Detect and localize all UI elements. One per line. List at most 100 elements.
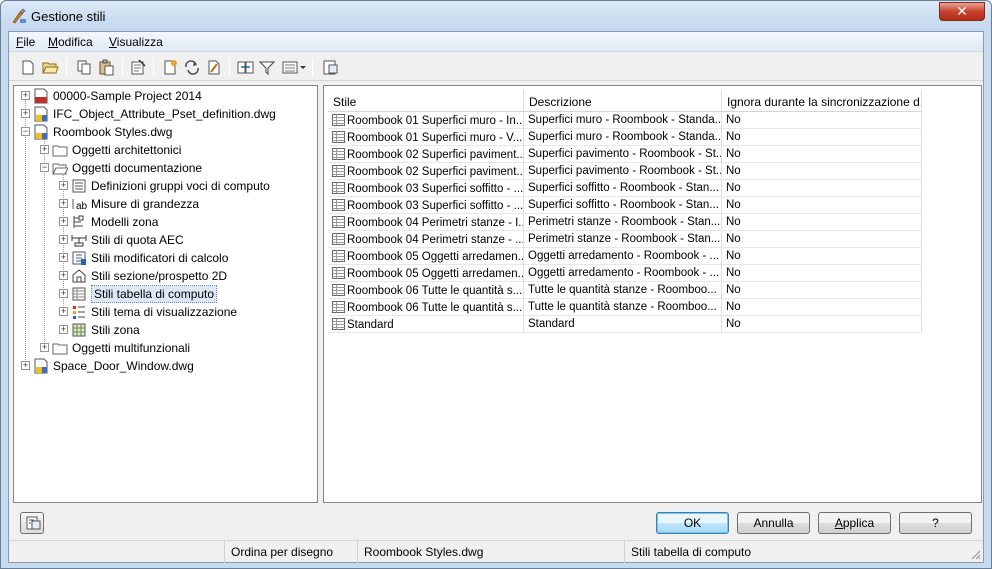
ignore-sync-cell: No [722, 282, 922, 299]
resize-grip-icon[interactable] [969, 548, 981, 560]
table-row[interactable]: Roombook 01 Superfici muro - In... Superf… [328, 112, 922, 129]
ignore-sync-cell-text: No [726, 301, 741, 313]
dwg-icon [34, 106, 48, 122]
tree-item-label: Oggetti multifunzionali [72, 341, 191, 355]
new-style-icon[interactable] [161, 59, 179, 76]
status-sort: Ordina per disegno [224, 541, 357, 563]
table-row[interactable]: Roombook 05 Oggetti arredamen... Oggetti … [328, 265, 922, 282]
table-row[interactable]: Roombook 05 Oggetti arredamen... Oggetti … [328, 248, 922, 265]
description-cell: Perimetri stanze - Roombook - Stan... [524, 214, 722, 231]
style-tree[interactable]: + 00000-Sample Project 2014 + IFC_Object… [13, 85, 318, 503]
menu-visualizza[interactable]: Visualizza [109, 35, 163, 49]
tree-item-stili-sezione[interactable]: + Stili sezione/prospetto 2D [14, 267, 314, 285]
column-header-stile[interactable]: Stile [328, 90, 524, 112]
view-mode-icon[interactable] [281, 59, 307, 76]
tree-item-label: Oggetti architettonici [72, 143, 182, 157]
menu-modifica[interactable]: Modifica [48, 35, 93, 49]
tree-expander[interactable]: − [40, 163, 49, 172]
tree-expander[interactable]: + [59, 253, 68, 262]
tree-item-misure-grandezza[interactable]: + ab Misure di grandezza [14, 195, 314, 213]
tree-item-stili-modificatori[interactable]: + Stili modificatori di calcolo [14, 249, 314, 267]
title-bar[interactable]: Gestione stili ✕ [1, 1, 991, 31]
new-icon[interactable] [19, 59, 37, 76]
copy-icon[interactable] [75, 59, 93, 76]
tree-item-sample-project[interactable]: + 00000-Sample Project 2014 [14, 87, 314, 105]
style-name-cell: Roombook 01 Superfici muro - V... [328, 129, 524, 146]
synchronize-icon[interactable] [183, 59, 201, 76]
tree-item-label: Modelli zona [91, 215, 159, 229]
edit-style-icon[interactable] [205, 59, 223, 76]
tree-expander[interactable]: + [21, 109, 30, 118]
tree-item-label: Space_Door_Window.dwg [53, 359, 194, 373]
toggle-view-button[interactable] [20, 512, 44, 534]
paste-icon[interactable] [97, 59, 115, 76]
apply-button[interactable]: Applica [818, 512, 891, 534]
tree-expander[interactable]: + [40, 145, 49, 154]
description-cell-text: Superfici pavimento - Roombook - St... [528, 165, 722, 177]
tree-expander[interactable]: + [21, 91, 30, 100]
tree-expander[interactable]: + [59, 325, 68, 334]
tree-expander[interactable]: + [59, 271, 68, 280]
tree-item-modelli-zona[interactable]: + Modelli zona [14, 213, 314, 231]
column-header-ignora[interactable]: Ignora durante la sincronizzazione d... [722, 90, 922, 112]
table-row[interactable]: Roombook 01 Superfici muro - V... Superfi… [328, 129, 922, 146]
tree-item-space-door-window[interactable]: + Space_Door_Window.dwg [14, 357, 314, 375]
ok-button[interactable]: OK [656, 512, 729, 534]
tree-item-oggetti-multifunzionali[interactable]: + Oggetti multifunzionali [14, 339, 314, 357]
tree-expander[interactable]: + [59, 181, 68, 190]
tree-expander[interactable]: + [59, 199, 68, 208]
tree-item-definizioni-gruppi[interactable]: + Definizioni gruppi voci di computo [14, 177, 314, 195]
tree-item-stili-tabella-computo[interactable]: + Stili tabella di computo [14, 285, 314, 303]
tree-expander[interactable]: − [21, 127, 30, 136]
tree-item-ifc-dwg[interactable]: + IFC_Object_Attribute_Pset_definition.d… [14, 105, 314, 123]
tree-expander[interactable]: + [40, 343, 49, 352]
tree-item-label: Oggetti documentazione [72, 161, 203, 175]
ignore-sync-cell: No [722, 248, 922, 265]
tree-expander[interactable]: + [59, 307, 68, 316]
purge-icon[interactable] [129, 59, 147, 76]
table-row[interactable]: Roombook 06 Tutte le quantità s... Tutte … [328, 299, 922, 316]
style-manager-window: Gestione stili ✕ File Modifica Visualizz… [0, 0, 992, 569]
tree-item-stili-quota[interactable]: + Stili di quota AEC [14, 231, 314, 249]
table-row[interactable]: Roombook 02 Superfici paviment... Superfi… [328, 163, 922, 180]
description-cell: Oggetti arredamento - Roombook - ... [524, 248, 722, 265]
style-name-cell: Roombook 02 Superfici paviment... [328, 163, 524, 180]
table-row[interactable]: Roombook 06 Tutte le quantità s... Tutte … [328, 282, 922, 299]
style-list[interactable]: Stile Descrizione Ignora durante la sinc… [323, 85, 982, 503]
open-icon[interactable] [41, 59, 59, 76]
list-definition-icon [72, 179, 86, 193]
menu-visualizza-label: isualizza [116, 35, 163, 49]
table-row[interactable]: Roombook 02 Superfici paviment... Superfi… [328, 146, 922, 163]
description-cell-text: Superfici soffitto - Roombook - Stan... [528, 182, 719, 194]
copy-to-drawing-icon[interactable] [236, 59, 254, 76]
tree-expander[interactable]: + [21, 361, 30, 370]
toggle-view-icon[interactable] [321, 59, 339, 76]
toolbar-separator [122, 58, 123, 76]
dimension-icon [71, 235, 87, 247]
tree-expander[interactable]: + [59, 217, 68, 226]
menu-file[interactable]: File [16, 35, 35, 49]
table-row[interactable]: Roombook 04 Perimetri stanze - ... Perime… [328, 231, 922, 248]
schedule-table-icon [332, 301, 345, 313]
style-name-cell: Roombook 06 Tutte le quantità s... [328, 299, 524, 316]
schedule-table-icon [332, 182, 345, 194]
table-row[interactable]: Roombook 03 Superfici soffitto - ... Supe… [328, 180, 922, 197]
column-header-descrizione[interactable]: Descrizione [524, 90, 722, 112]
tree-item-oggetti-architettonici[interactable]: + Oggetti architettonici [14, 141, 314, 159]
filter-icon[interactable] [258, 59, 276, 76]
description-cell-text: Perimetri stanze - Roombook - Stan... [528, 216, 721, 228]
help-button[interactable]: ? [899, 512, 972, 534]
table-row[interactable]: Roombook 04 Perimetri stanze - I... Perim… [328, 214, 922, 231]
description-cell: Tutte le quantità stanze - Roomboo... [524, 282, 722, 299]
tree-expander[interactable]: + [59, 289, 68, 298]
table-row[interactable]: Roombook 03 Superfici soffitto - ... Supe… [328, 197, 922, 214]
tree-item-stili-zona[interactable]: + Stili zona [14, 321, 314, 339]
tree-expander[interactable]: + [59, 235, 68, 244]
tree-item-oggetti-documentazione[interactable]: − Oggetti documentazione [14, 159, 314, 177]
menu-file-label: ile [23, 35, 36, 49]
tree-item-stili-tema[interactable]: + Stili tema di visualizzazione [14, 303, 314, 321]
tree-item-roombook-dwg[interactable]: − Roombook Styles.dwg [14, 123, 314, 141]
table-row[interactable]: Standard Standard No [328, 316, 922, 333]
cancel-button[interactable]: Annulla [737, 512, 810, 534]
close-button[interactable]: ✕ [939, 2, 985, 21]
